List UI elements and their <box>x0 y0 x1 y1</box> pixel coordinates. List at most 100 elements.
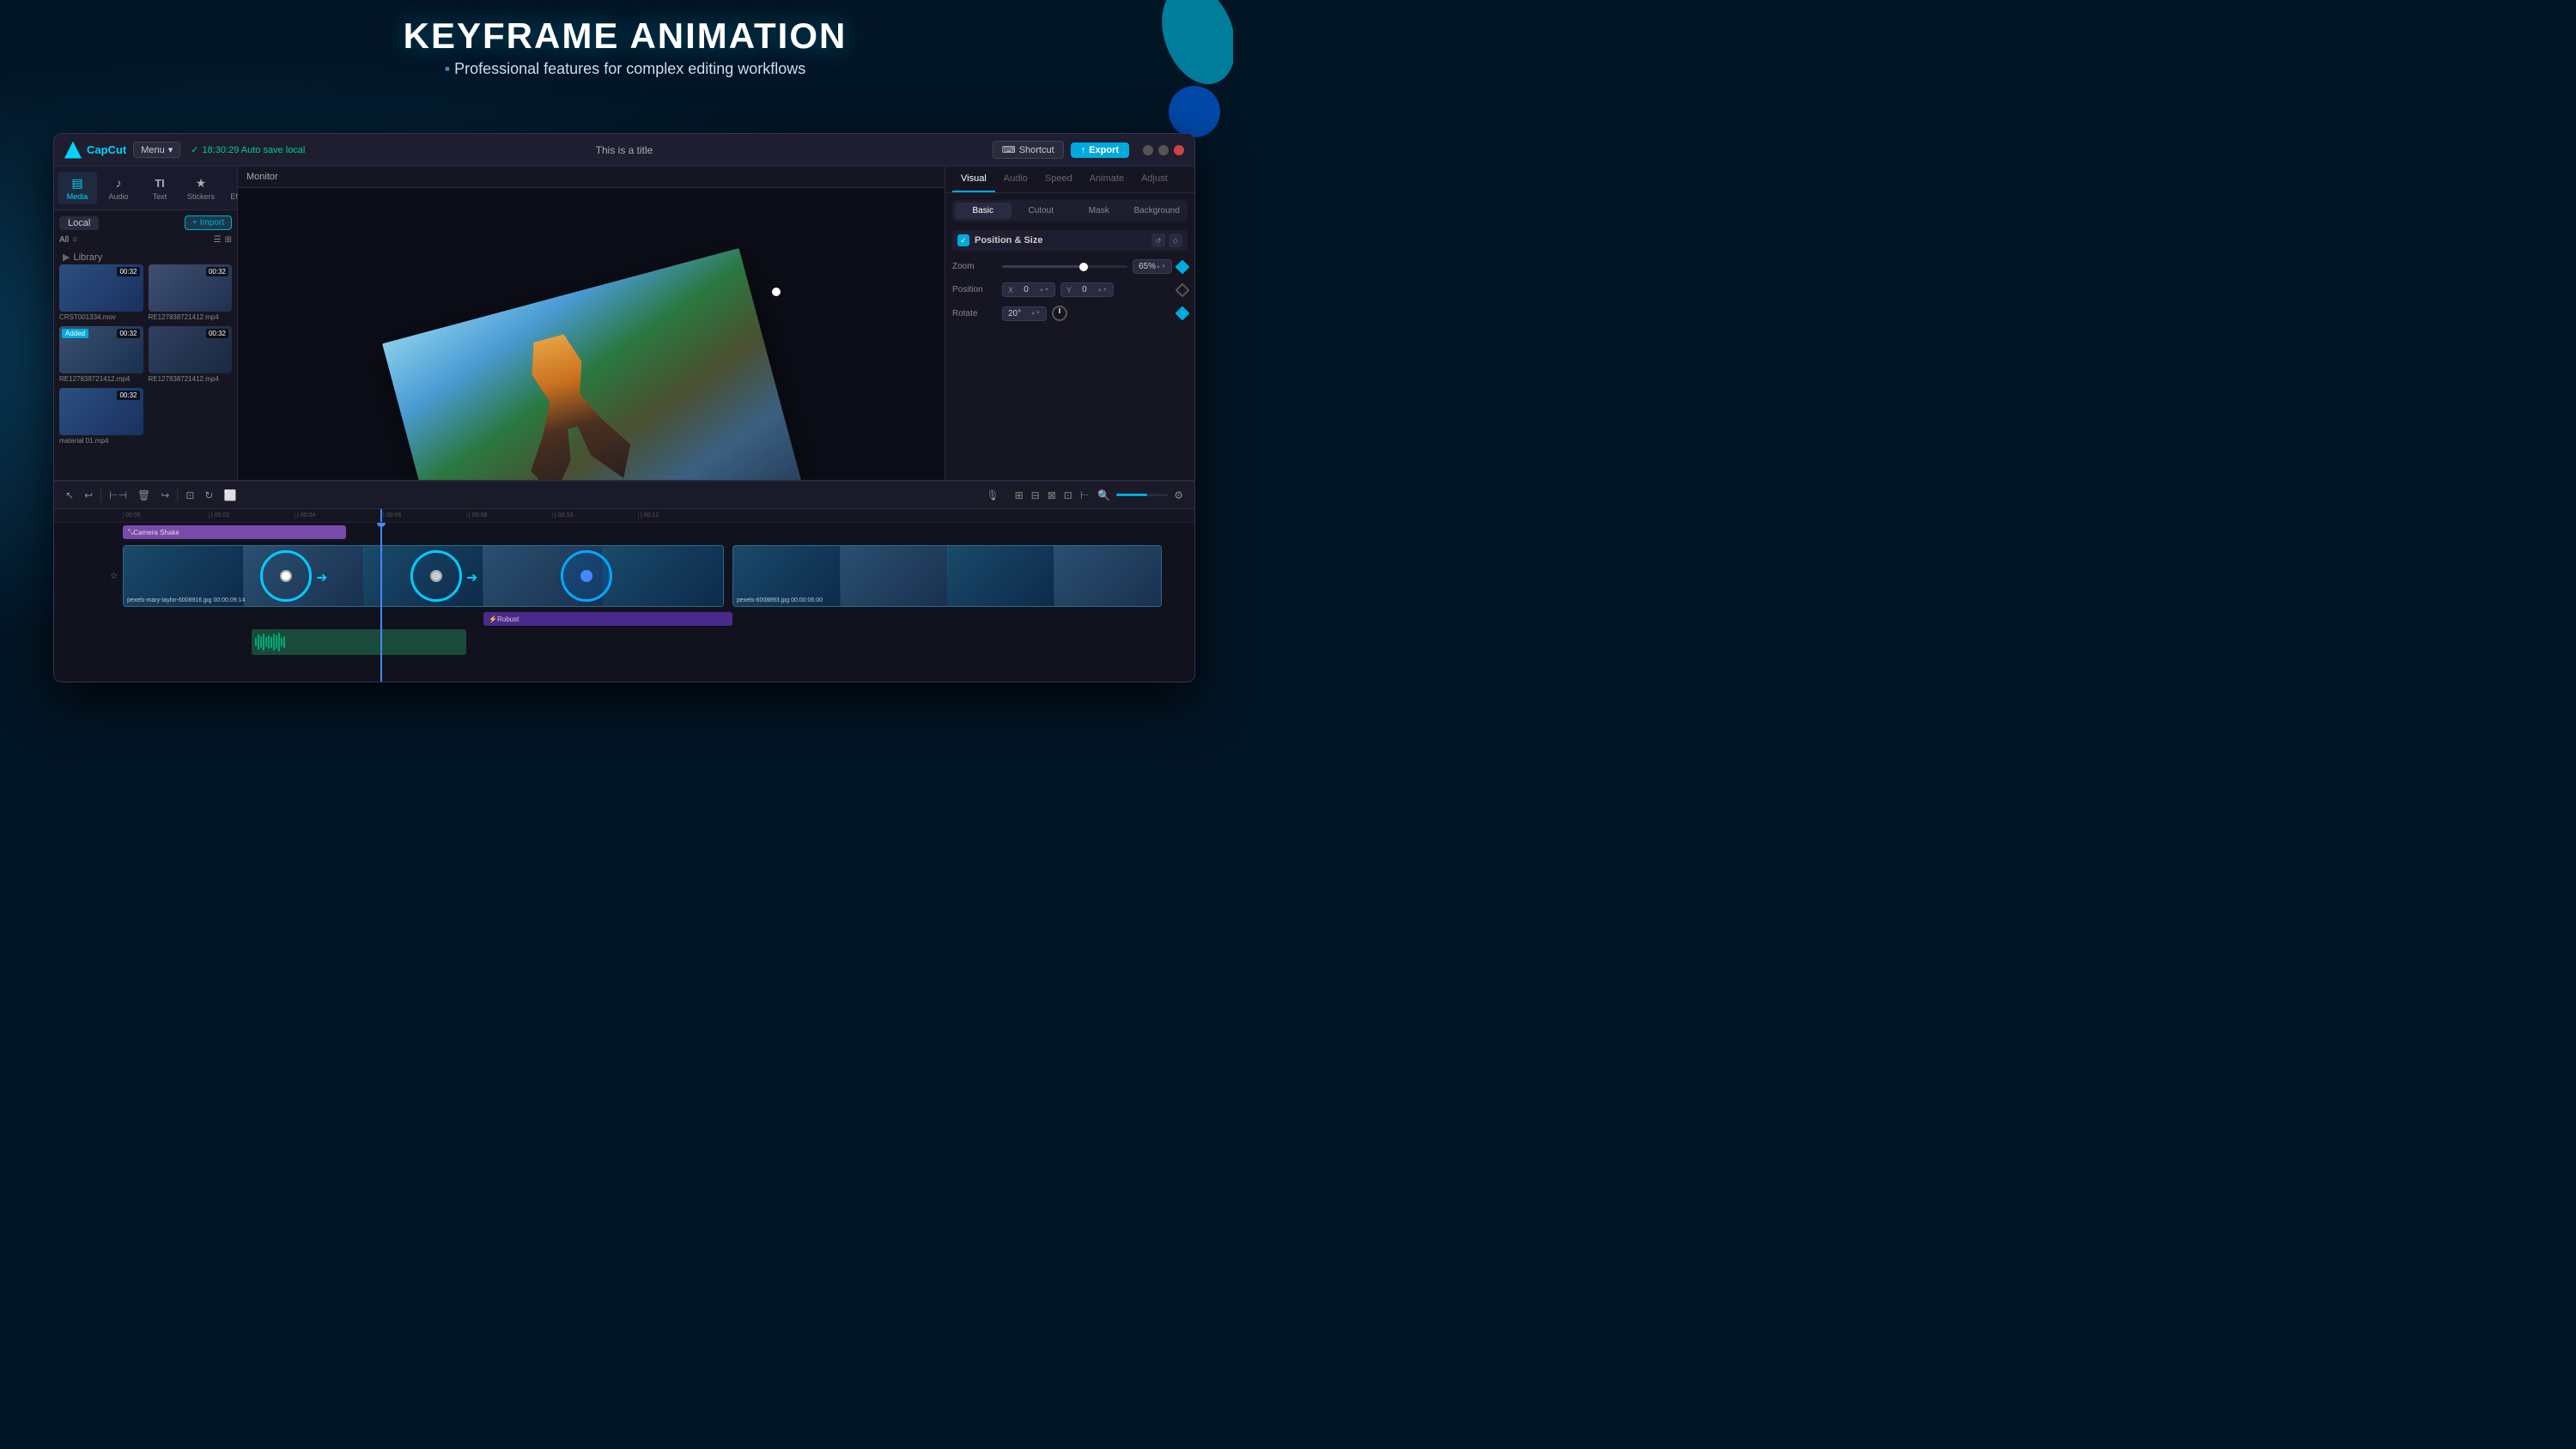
export-icon: ↑ <box>1081 145 1086 155</box>
position-y-field[interactable]: Y 0 ▲▼ <box>1060 282 1114 297</box>
shortcut-button[interactable]: ⌨ Shortcut <box>993 141 1064 159</box>
position-keyframe-diamond[interactable] <box>1176 282 1190 297</box>
maximize-button[interactable] <box>1158 145 1169 155</box>
track-ctrl-5[interactable]: ⊢ <box>1078 487 1091 504</box>
duration-badge-4: 00:32 <box>206 329 228 338</box>
clip2-frame-2 <box>841 546 947 606</box>
track-ctrl-1[interactable]: ⊞ <box>1012 487 1026 504</box>
track-ctrl-4[interactable]: ⊡ <box>1061 487 1075 504</box>
crop-tool[interactable]: ⊡ <box>183 487 197 504</box>
close-button[interactable] <box>1174 145 1184 155</box>
y-arrows[interactable]: ▲▼ <box>1097 288 1108 293</box>
media-label: Media <box>67 192 88 201</box>
minimize-button[interactable] <box>1143 145 1153 155</box>
library-item[interactable]: ▶ Library <box>59 250 232 264</box>
robust-icon: ⚡ <box>489 615 497 623</box>
mic-icon[interactable]: 🎙 <box>983 487 1001 504</box>
media-thumb-3[interactable]: 00:32 Added <box>59 326 143 373</box>
delete-tool[interactable]: 🗑 <box>135 487 153 504</box>
zoom-slider-thumb[interactable] <box>1079 263 1088 271</box>
grid-view-icon[interactable]: ⊞ <box>225 235 232 245</box>
zoom-slider[interactable] <box>1002 265 1127 268</box>
section-title: Position & Size <box>975 235 1146 246</box>
filename-3: RE127838721412.mp4 <box>59 375 143 383</box>
tl-ruler: 00:00 | 00:02 | 00:04 | 00:06 | 00:08 | … <box>54 509 1194 523</box>
rotate-arrows[interactable]: ▲▼ <box>1030 311 1041 316</box>
x-value: 0 <box>1016 285 1036 294</box>
media-toolbar: ▤ Media ♪ Audio TI Text ★ Stickers ✦ E <box>54 167 237 210</box>
zoom-arrows[interactable]: ▲▼ <box>1156 264 1166 270</box>
x-arrows[interactable]: ▲▼ <box>1039 288 1049 293</box>
split-tool[interactable]: ⊢⊣ <box>106 487 130 504</box>
filename-4: RE127838721412.mp4 <box>149 375 233 383</box>
select-tool[interactable]: ↖ <box>63 487 76 504</box>
reset-button[interactable]: ↺ <box>1151 233 1165 247</box>
list-item[interactable]: 00:32 material 01.mp4 <box>59 388 143 445</box>
menu-label: Menu <box>141 145 165 155</box>
list-item[interactable]: 00:32 RE127838721412.mp4 <box>149 326 233 383</box>
rotate-keyframe-diamond[interactable] <box>1176 306 1190 321</box>
position-size-section: ✓ Position & Size ↺ ◇ <box>952 230 1188 251</box>
list-item[interactable]: 00:32 CRST001334.mov <box>59 264 143 321</box>
clip2-label: pexels-6008893.jpg 00:00:06:00 <box>737 597 823 603</box>
list-item[interactable]: 00:32 RE127838721412.mp4 <box>149 264 233 321</box>
media-thumb-4[interactable]: 00:32 <box>149 326 233 373</box>
tab-visual[interactable]: Visual <box>952 167 995 192</box>
list-view-icon[interactable]: ☰ <box>214 235 222 245</box>
export-button[interactable]: ↑ Export <box>1071 142 1129 158</box>
zoom-keyframe-diamond[interactable] <box>1176 259 1190 274</box>
media-icon: ▤ <box>70 175 85 191</box>
rotate-value-field[interactable]: 20° ▲▼ <box>1002 306 1047 321</box>
tab-speed[interactable]: Speed <box>1036 167 1081 192</box>
wave-bar <box>268 635 270 650</box>
undo-tool[interactable]: ↩ <box>82 487 95 504</box>
rotate-tool[interactable]: ↻ <box>202 487 216 504</box>
rotate-dial[interactable] <box>1052 306 1067 321</box>
tab-mask[interactable]: Mask <box>1071 203 1127 219</box>
zoom-out-icon[interactable]: 🔍 <box>1095 487 1113 504</box>
corner-handle-tr[interactable] <box>772 288 781 296</box>
second-video-clip[interactable]: pexels-6008893.jpg 00:00:06:00 <box>732 545 1162 607</box>
keyboard-icon: ⌨ <box>1002 144 1016 155</box>
tab-basic[interactable]: Basic <box>955 203 1012 219</box>
tab-audio[interactable]: Audio <box>995 167 1036 192</box>
toolbar-media[interactable]: ▤ Media <box>58 172 97 204</box>
list-item[interactable]: 00:32 Added RE127838721412.mp4 <box>59 326 143 383</box>
track-ctrl-3[interactable]: ⊠ <box>1045 487 1059 504</box>
toolbar-audio[interactable]: ♪ Audio <box>99 172 138 204</box>
zoom-fill <box>1116 494 1147 496</box>
zoom-value[interactable]: 65% ▲▼ <box>1133 259 1172 274</box>
tab-background[interactable]: Background <box>1129 203 1186 219</box>
settings-icon[interactable]: ⚙ <box>1171 487 1186 504</box>
wave-bar <box>278 633 280 652</box>
menu-button[interactable]: Menu ▾ <box>133 142 180 158</box>
zoom-controls: 🎙 ⊞ ⊟ ⊠ ⊡ ⊢ 🔍 ⚙ <box>983 487 1186 504</box>
toolbar-stickers[interactable]: ★ Stickers <box>181 172 221 204</box>
redo-tool[interactable]: ↪ <box>158 487 172 504</box>
audio-clip[interactable] <box>252 629 466 655</box>
camera-shake-clip[interactable]: ⤡ Camera Shake <box>123 525 346 539</box>
media-thumb-5[interactable]: 00:32 <box>59 388 143 435</box>
export-label: Export <box>1089 145 1119 155</box>
tab-cutout[interactable]: Cutout <box>1013 203 1070 219</box>
media-controls: All ≡ ☰ ⊞ <box>59 235 232 245</box>
rotate-row: Rotate 20° ▲▼ <box>952 306 1188 321</box>
media-thumb-2[interactable]: 00:32 <box>149 264 233 312</box>
import-button[interactable]: + Import <box>185 215 232 230</box>
position-xy: X 0 ▲▼ Y 0 ▲▼ <box>1002 282 1172 297</box>
section-checkbox[interactable]: ✓ <box>957 234 969 246</box>
robust-clip[interactable]: ⚡ Robust <box>483 612 732 626</box>
tab-adjust[interactable]: Adjust <box>1133 167 1176 192</box>
zoom-bar[interactable] <box>1116 494 1168 496</box>
tab-animate[interactable]: Animate <box>1081 167 1133 192</box>
local-tab[interactable]: Local <box>59 216 99 230</box>
diamond-reset-button[interactable]: ◇ <box>1169 233 1182 247</box>
all-button[interactable]: All <box>59 235 69 245</box>
mask-tool[interactable]: ⬜ <box>221 487 239 504</box>
media-thumb-1[interactable]: 00:32 <box>59 264 143 312</box>
track-ctrl-2[interactable]: ⊟ <box>1029 487 1042 504</box>
position-x-field[interactable]: X 0 ▲▼ <box>1002 282 1055 297</box>
rotate-dial-indicator <box>1059 308 1060 313</box>
timeline-playhead <box>380 523 382 682</box>
toolbar-text[interactable]: TI Text <box>140 172 179 204</box>
